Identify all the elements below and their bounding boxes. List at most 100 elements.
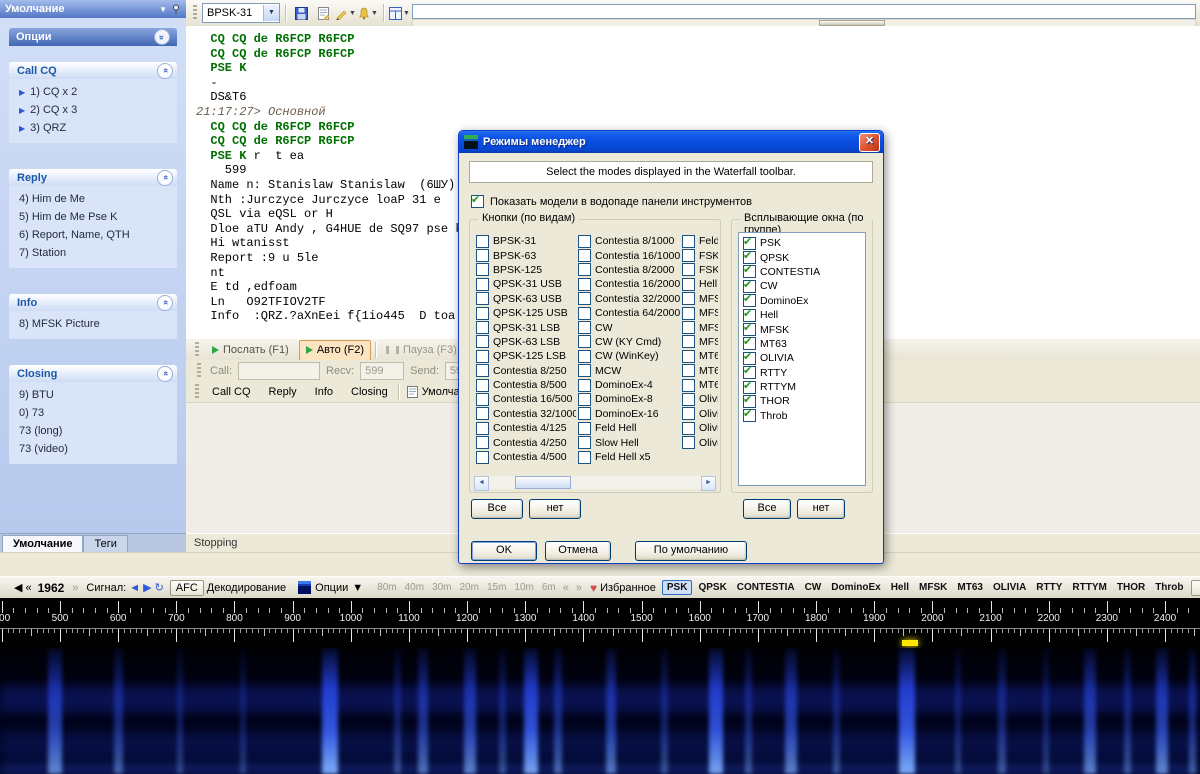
entry-field[interactable] <box>412 4 1196 19</box>
macro-item[interactable]: 7) Station <box>9 244 177 262</box>
checkbox-checked[interactable] <box>743 280 756 293</box>
checkbox-unchecked[interactable] <box>682 278 695 291</box>
save-button[interactable] <box>291 3 311 23</box>
checkbox-checked[interactable] <box>743 409 756 422</box>
h-scrollbar[interactable]: ◄ ► <box>474 476 716 489</box>
checkbox-unchecked[interactable] <box>578 407 591 420</box>
checkbox-checked[interactable] <box>743 337 756 350</box>
checkbox-unchecked[interactable] <box>476 407 489 420</box>
band-6m[interactable]: 6m <box>540 582 558 593</box>
sidebar-titlebar[interactable]: Умолчание ▼ <box>0 0 186 18</box>
wf-mode-olivia[interactable]: OLIVIA <box>989 581 1030 594</box>
popup-mode-row[interactable]: Throb <box>743 409 861 423</box>
mode-checkbox-row[interactable]: QPSK-63 LSB <box>476 335 576 349</box>
checkbox-unchecked[interactable] <box>476 321 489 334</box>
mode-checkbox-row[interactable]: Contestia 64/2000 <box>578 306 680 320</box>
frequency-readout[interactable]: 1962 <box>35 581 68 595</box>
popup-mode-row[interactable]: PSK <box>743 236 861 250</box>
dialog-titlebar[interactable]: Режимы менеджер ✕ <box>459 131 883 153</box>
checkbox-unchecked[interactable] <box>682 393 695 406</box>
checkbox-unchecked[interactable] <box>578 364 591 377</box>
toolbar-grip[interactable] <box>197 363 201 379</box>
mode-checkbox-row[interactable]: QPSK-31 LSB <box>476 320 576 334</box>
wf-mode-qpsk[interactable]: QPSK <box>694 581 730 594</box>
macro-item[interactable]: ▶3) QRZ <box>9 119 177 137</box>
toolbar-grip[interactable] <box>195 384 199 400</box>
macro-item[interactable]: ▶1) CQ x 2 <box>9 83 177 101</box>
checkbox-unchecked[interactable] <box>578 379 591 392</box>
checkbox-checked[interactable] <box>743 237 756 250</box>
afc-toggle[interactable]: AFC <box>170 580 204 596</box>
checkbox-unchecked[interactable] <box>578 350 591 363</box>
toolbar-grip[interactable] <box>195 342 199 358</box>
select-all-button[interactable]: Все <box>471 499 523 519</box>
waterfall[interactable] <box>0 648 1200 774</box>
macro-item[interactable]: 73 (video) <box>9 440 177 458</box>
wf-mode-psk[interactable]: PSK <box>662 580 693 595</box>
tuning-marker[interactable] <box>902 640 918 646</box>
checkbox-unchecked[interactable] <box>682 422 695 435</box>
mode-checkbox-row[interactable]: Hell <box>682 277 718 291</box>
popup-select-all-button[interactable]: Все <box>743 499 791 519</box>
checkbox-unchecked[interactable] <box>578 292 591 305</box>
popup-modes-listbox[interactable]: PSKQPSKCONTESTIACWDominoExHellMFSKMT63OL… <box>738 232 866 486</box>
defaults-button[interactable]: По умолчанию <box>635 541 747 561</box>
checkbox-unchecked[interactable] <box>682 235 695 248</box>
checkbox-unchecked[interactable] <box>578 436 591 449</box>
checkbox-unchecked[interactable] <box>476 451 489 464</box>
popup-mode-row[interactable]: QPSK <box>743 250 861 264</box>
tab-reply[interactable]: Reply <box>261 384 305 400</box>
toolbar-grip[interactable] <box>193 5 197 21</box>
tab-call-cq[interactable]: Call CQ <box>204 384 259 400</box>
checkbox-unchecked[interactable] <box>682 321 695 334</box>
checkbox-unchecked[interactable] <box>476 379 489 392</box>
mode-checkbox-row[interactable]: MFS <box>682 292 718 306</box>
checkbox-unchecked[interactable] <box>578 235 591 248</box>
sidebar-tab[interactable]: Теги <box>83 535 127 552</box>
macro-item[interactable]: 8) MFSK Picture <box>9 315 177 333</box>
popup-mode-row[interactable]: DominoEx <box>743 294 861 308</box>
checkbox-unchecked[interactable] <box>578 451 591 464</box>
chevron-down-icon[interactable]: ▼ <box>263 5 279 21</box>
popup-mode-row[interactable]: CW <box>743 279 861 293</box>
checkbox-unchecked[interactable] <box>476 235 489 248</box>
checkbox-unchecked[interactable] <box>578 263 591 276</box>
wf-mode-thor[interactable]: THOR <box>1113 581 1149 594</box>
mode-checkbox-row[interactable]: MFS <box>682 335 718 349</box>
checkbox-unchecked[interactable] <box>578 278 591 291</box>
band-10m[interactable]: 10m <box>512 582 535 593</box>
band-40m[interactable]: 40m <box>403 582 426 593</box>
popup-mode-row[interactable]: Hell <box>743 308 861 322</box>
checkbox-unchecked[interactable] <box>682 436 695 449</box>
chevron-double-down-icon[interactable]: » <box>154 29 170 45</box>
cancel-button[interactable]: Отмена <box>545 541 611 561</box>
checkbox-unchecked[interactable] <box>578 307 591 320</box>
mode-checkbox-row[interactable]: Contestia 4/250 <box>476 435 576 449</box>
freq-forward-button[interactable]: » <box>70 582 80 594</box>
scrollbar-thumb[interactable] <box>515 476 571 489</box>
band-next-button[interactable]: » <box>574 582 584 594</box>
wf-mode-cw[interactable]: CW <box>801 581 826 594</box>
popup-mode-row[interactable]: RTTYM <box>743 380 861 394</box>
mode-checkbox-row[interactable]: MT6 <box>682 378 718 392</box>
sidebar-group-header[interactable]: Info» <box>9 294 177 311</box>
scroll-right-icon[interactable]: ► <box>701 476 716 491</box>
freq-rewind-button[interactable]: « <box>25 582 31 594</box>
checkbox-unchecked[interactable] <box>476 307 489 320</box>
wf-mode-mfsk[interactable]: MFSK <box>915 581 951 594</box>
checkbox-unchecked[interactable] <box>578 393 591 406</box>
wf-mode-rtty[interactable]: RTTY <box>1032 581 1066 594</box>
band-15m[interactable]: 15m <box>485 582 508 593</box>
tab-closing[interactable]: Closing <box>343 384 396 400</box>
mode-checkbox-row[interactable]: Feld <box>682 234 718 248</box>
scrollbar-track[interactable] <box>489 476 701 489</box>
alerts-button[interactable]: ▼ <box>358 3 378 23</box>
checkbox-unchecked[interactable] <box>476 263 489 276</box>
sidebar-group-header[interactable]: Reply» <box>9 169 177 186</box>
scroll-left-icon[interactable]: ◄ <box>474 476 489 491</box>
mode-checkbox-row[interactable]: QPSK-63 USB <box>476 292 576 306</box>
refresh-icon[interactable]: ↻ <box>155 581 164 594</box>
macro-item[interactable]: 73 (long) <box>9 422 177 440</box>
chevron-double-up-icon[interactable]: » <box>157 366 173 382</box>
checkbox-unchecked[interactable] <box>476 350 489 363</box>
